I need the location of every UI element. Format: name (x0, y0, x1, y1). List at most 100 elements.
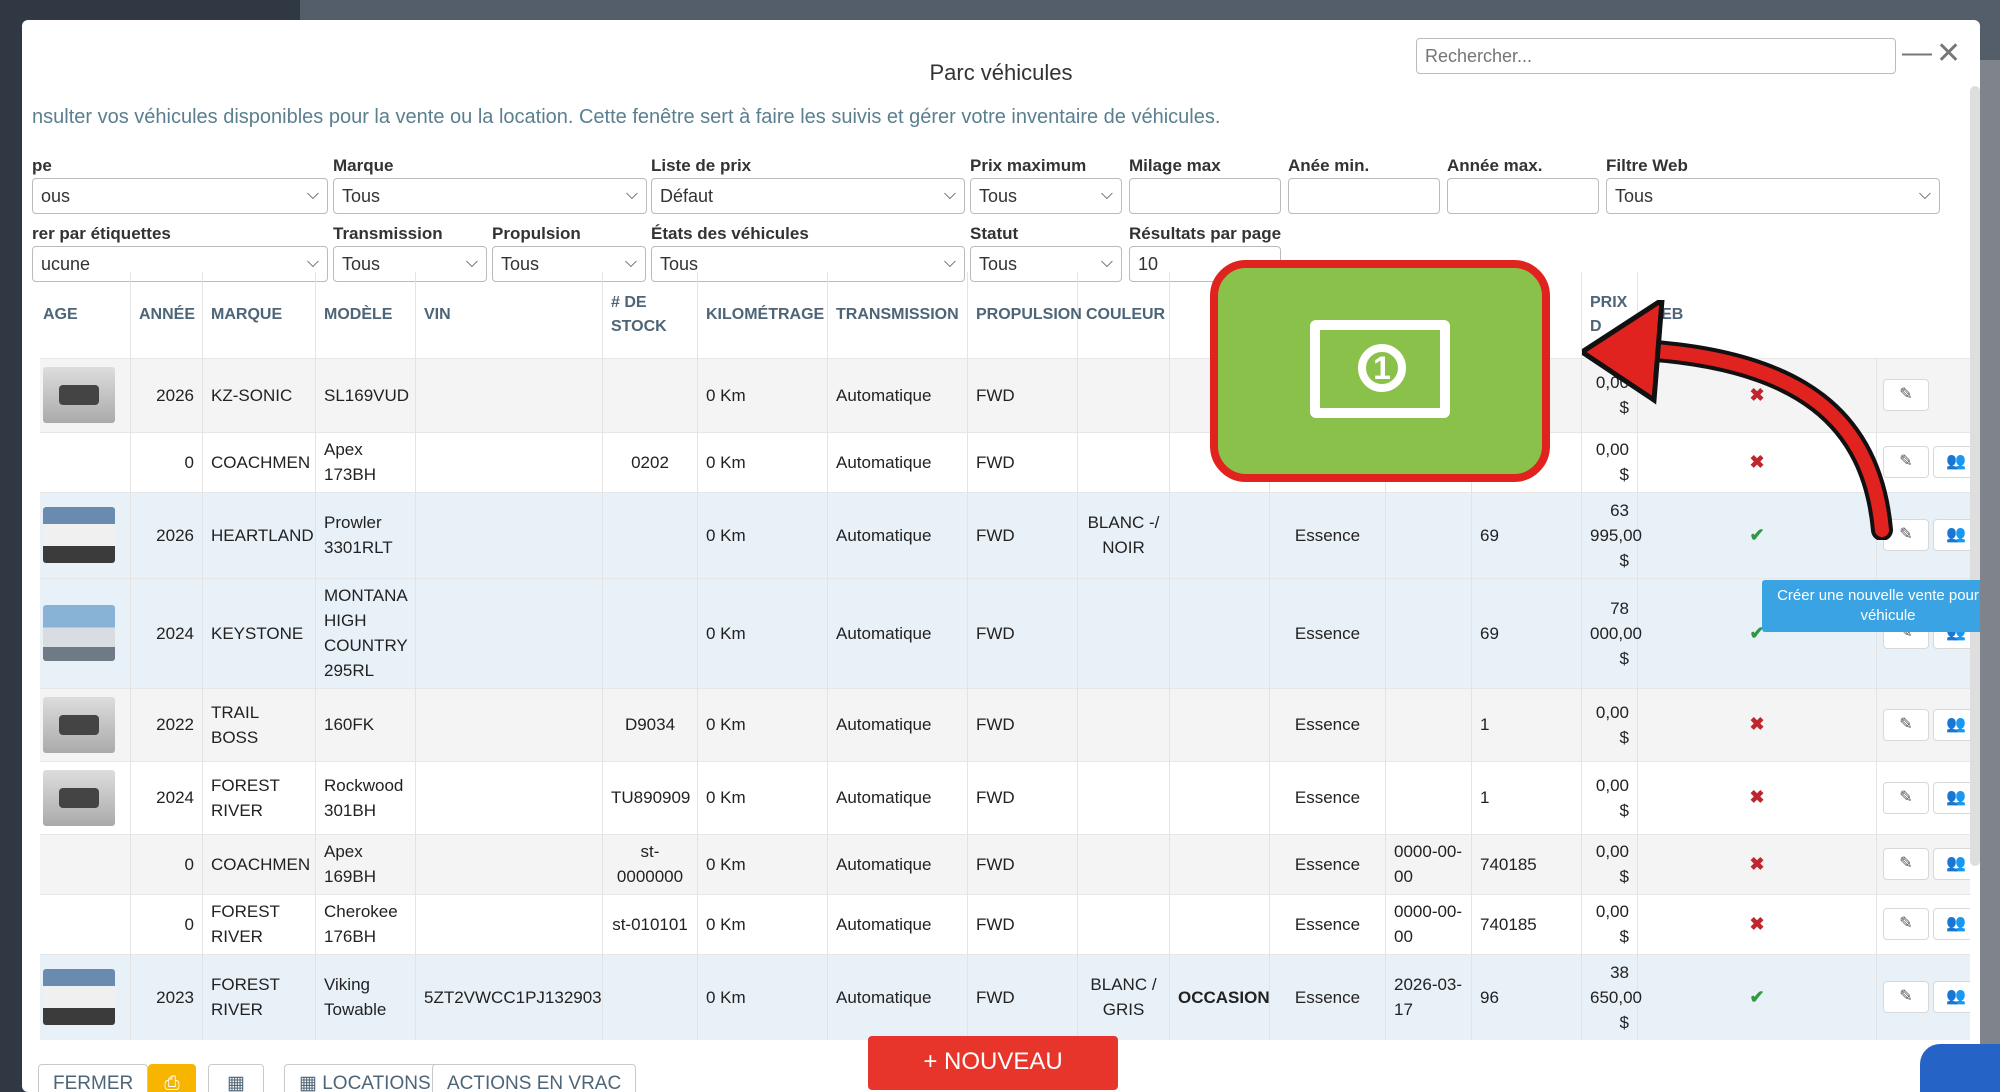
table-row[interactable]: 2024 FOREST RIVER Rockwood 301BH TU89090… (40, 760, 1970, 834)
edit-button[interactable]: ✎ (1883, 708, 1929, 741)
filter-type-select[interactable]: ous ⌵ (32, 178, 328, 214)
vertical-scrollbar[interactable] (1970, 86, 1980, 866)
filter-prix-max-select[interactable]: Tous ⌵ (970, 178, 1122, 214)
cell-couleur (1077, 687, 1170, 761)
cell-transmission: Automatique (827, 577, 968, 688)
vehicle-thumbnail-cell (40, 687, 131, 761)
fermer-button[interactable]: FERMER (38, 1064, 149, 1092)
cell-km: 0 Km (697, 491, 828, 578)
web-off-icon: ✖ (1637, 893, 1877, 954)
cell-marque: FOREST RIVER (202, 953, 316, 1040)
cell-marque: COACHMEN (202, 833, 316, 894)
cell-vin (415, 491, 603, 578)
cell-prix: 78 000,00 $ (1581, 577, 1642, 688)
cell-km: 0 Km (697, 953, 828, 1040)
customers-button[interactable]: 👥 (1933, 981, 1970, 1014)
chevron-down-icon: ⌵ (1918, 186, 1931, 203)
row-actions: ✎👥... (1876, 760, 1970, 834)
cell-prix: 0,00 $ (1581, 893, 1638, 954)
edit-button[interactable]: ✎ (1883, 908, 1929, 940)
edit-button[interactable]: ✎ (1883, 848, 1929, 880)
filter-marque-select[interactable]: Tous ⌵ (333, 178, 647, 214)
cell-km: 0 Km (697, 760, 828, 834)
row-actions: ✎👥... (1876, 953, 1970, 1040)
print-icon[interactable]: ⎙ (148, 1064, 196, 1092)
locations-button[interactable]: ▦ LOCATIONS (284, 1064, 446, 1092)
row-actions: ✎👥... (1876, 833, 1970, 894)
cell-jours: 740185 (1471, 893, 1582, 954)
table-row[interactable]: 2022 TRAIL BOSS 160FK D9034 0 Km Automat… (40, 687, 1970, 761)
cell-transmission: Automatique (827, 833, 968, 894)
filter-prix-max-value: Tous (979, 186, 1018, 206)
vehicle-thumbnail-cell (40, 577, 131, 688)
minimize-icon[interactable]: — (1902, 36, 1932, 70)
table-row[interactable]: 0 FOREST RIVER Cherokee 176BH st-010101 … (40, 893, 1970, 954)
customers-button[interactable]: 👥 (1933, 781, 1970, 814)
customers-button[interactable]: 👥 (1933, 446, 1970, 478)
filter-annee-min-input[interactable] (1288, 178, 1440, 214)
vehicle-thumbnail-cell (40, 357, 131, 432)
customers-button[interactable]: 👥 (1933, 908, 1970, 940)
money-icon: 1 (1310, 320, 1450, 418)
cell-etat (1169, 833, 1270, 894)
filter-annee-max-input[interactable] (1447, 178, 1599, 214)
cell-propulsion: FWD (967, 357, 1078, 432)
col-header-image[interactable]: AGE (40, 272, 131, 358)
customers-button[interactable]: 👥 (1933, 848, 1970, 880)
cell-marque: KEYSTONE (202, 577, 316, 688)
calendar-icon[interactable]: ▦ (208, 1064, 264, 1092)
col-header-couleur[interactable]: COULEUR (1077, 272, 1170, 358)
cell-stock: 0202 (602, 431, 698, 492)
col-header-transmission[interactable]: TRANSMISSION (827, 272, 968, 358)
filter-resultats-value: 10 (1138, 254, 1159, 274)
cell-date: 0000-00-00 (1385, 893, 1472, 954)
table-row[interactable]: 2023 FOREST RIVER Viking Towable 5ZT2VWC… (40, 953, 1970, 1040)
chevron-down-icon: ⌵ (1100, 186, 1113, 203)
table-row[interactable]: 0 COACHMEN Apex 169BH st-0000000 0 Km Au… (40, 833, 1970, 894)
filter-web-label: Filtre Web (1606, 156, 1688, 175)
cell-carburant: Essence (1269, 491, 1386, 578)
filter-etats-value: Tous (660, 254, 699, 274)
vehicle-thumbnail-cell (40, 491, 131, 578)
cell-jours: 740185 (1471, 833, 1582, 894)
cell-jours: 69 (1471, 491, 1582, 578)
annotation-arrow-icon (1582, 300, 1893, 540)
col-header-marque[interactable]: MARQUE (202, 272, 316, 358)
search-input[interactable] (1416, 38, 1896, 74)
cell-km: 0 Km (697, 833, 828, 894)
col-header-modele[interactable]: MODÈLE (315, 272, 416, 358)
filter-propulsion-label: Propulsion (492, 224, 581, 243)
nouveau-button[interactable]: + NOUVEAU (868, 1036, 1118, 1090)
table-row[interactable]: 2024 KEYSTONE MONTANA HIGH COUNTRY 295RL… (40, 577, 1970, 688)
customers-button[interactable]: 👥 (1933, 519, 1970, 551)
cell-modele: Apex 173BH (315, 431, 416, 492)
cell-jours: 1 (1471, 760, 1582, 834)
chevron-down-icon: ⌵ (306, 186, 319, 203)
col-header-annee[interactable]: ANNÉE (130, 272, 203, 358)
actions-en-vrac-button[interactable]: ACTIONS EN VRAC (432, 1064, 637, 1092)
col-header-stock[interactable]: # DE STOCK (602, 272, 698, 358)
chat-widget-icon[interactable] (1920, 1044, 2000, 1092)
chevron-down-icon: ⌵ (943, 254, 956, 271)
col-header-vin[interactable]: VIN (415, 272, 603, 358)
cell-transmission: Automatique (827, 431, 968, 492)
cell-etat (1169, 687, 1270, 761)
close-icon[interactable]: ✕ (1936, 36, 1961, 71)
cell-marque: KZ-SONIC (202, 357, 316, 432)
cell-transmission: Automatique (827, 953, 968, 1040)
filter-milage-input[interactable] (1129, 178, 1281, 214)
col-header-propulsion[interactable]: PROPULSION (967, 272, 1082, 358)
col-header-km[interactable]: KILOMÉTRAGE (697, 272, 828, 358)
customers-button[interactable]: 👥 (1933, 708, 1970, 741)
edit-button[interactable]: ✎ (1883, 781, 1929, 814)
filter-liste-prix-select[interactable]: Défaut ⌵ (651, 178, 965, 214)
filter-transmission-value: Tous (342, 254, 381, 274)
cell-propulsion: FWD (967, 687, 1078, 761)
cell-date (1385, 491, 1472, 578)
edit-button[interactable]: ✎ (1883, 981, 1929, 1014)
cell-propulsion: FWD (967, 491, 1078, 578)
calendar-icon: ▦ (299, 1073, 323, 1092)
cell-prix: 0,00 $ (1581, 760, 1638, 834)
filter-web-select[interactable]: Tous ⌵ (1606, 178, 1940, 214)
cell-km: 0 Km (697, 893, 828, 954)
